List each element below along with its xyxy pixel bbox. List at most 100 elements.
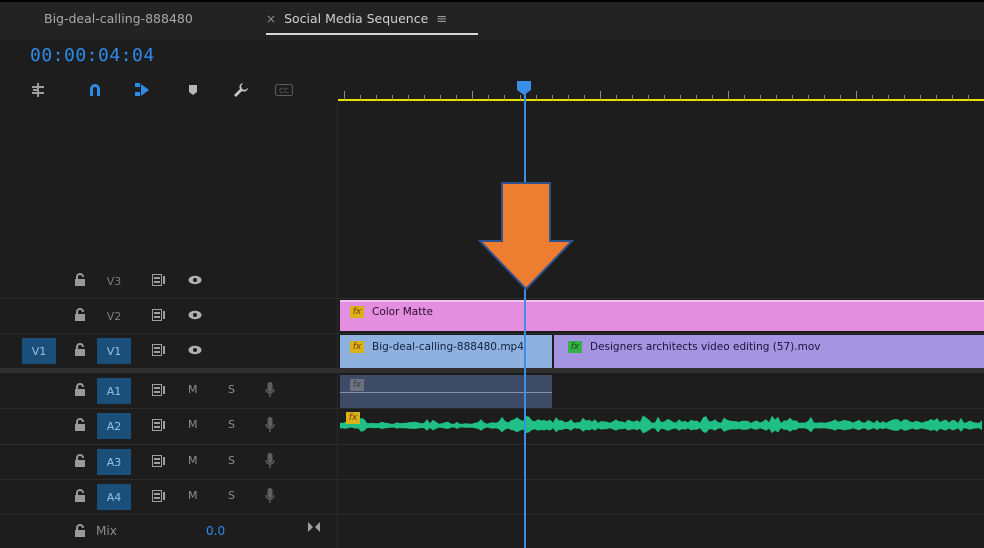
captions-cc-icon[interactable]: CC <box>272 78 296 102</box>
track-header-a1: A1 M S <box>0 374 338 408</box>
ruler-tick <box>888 95 889 100</box>
track-area-a1[interactable]: fx <box>338 374 984 408</box>
track-a3: A3 M S <box>0 445 984 479</box>
playhead-handle-icon[interactable] <box>516 80 532 96</box>
clip-audio-a2[interactable]: fx <box>340 409 984 445</box>
clip-designers-architects[interactable]: fx Designers architects video editing (57… <box>554 335 984 368</box>
toggle-output-eye-icon[interactable] <box>188 310 202 320</box>
ruler-tick <box>488 95 489 100</box>
track-name-a1[interactable]: A1 <box>97 378 131 404</box>
source-patch-v1[interactable]: V1 <box>22 338 56 364</box>
mix-label: Mix <box>96 524 117 538</box>
sync-lock-film-icon[interactable] <box>152 274 166 286</box>
playhead-timecode[interactable]: 00:00:04:04 <box>30 45 155 66</box>
track-name-v2[interactable]: V2 <box>97 303 131 329</box>
track-name-v1[interactable]: V1 <box>97 338 131 364</box>
track-a1: A1 M S fx <box>0 374 984 408</box>
track-lock-icon[interactable] <box>74 308 86 322</box>
playhead-line[interactable] <box>523 90 526 548</box>
mix-volume-value[interactable]: 0.0 <box>206 524 225 538</box>
sync-lock-film-icon[interactable] <box>152 309 166 321</box>
track-name-a2[interactable]: A2 <box>97 413 131 439</box>
toggle-output-eye-icon[interactable] <box>188 345 202 355</box>
track-lock-icon[interactable] <box>74 524 86 538</box>
voiceover-mic-icon[interactable] <box>265 488 275 504</box>
ruler-tick <box>936 95 937 100</box>
mute-button[interactable]: M <box>188 489 198 502</box>
track-header-a2: A2 M S <box>0 409 338 443</box>
tab-social-media-sequence[interactable]: × Social Media Sequence ≡ <box>266 11 447 27</box>
sync-lock-film-icon[interactable] <box>152 344 166 356</box>
voiceover-mic-icon[interactable] <box>265 453 275 469</box>
ruler-tick <box>840 95 841 100</box>
mute-button[interactable]: M <box>188 454 198 467</box>
ruler-tick <box>744 95 745 100</box>
track-header-v1: V1 V1 <box>0 334 338 368</box>
track-name-a4[interactable]: A4 <box>97 484 131 510</box>
sync-lock-film-icon[interactable] <box>152 490 166 502</box>
clip-color-matte[interactable]: fx Color Matte <box>340 300 984 331</box>
track-name-a3[interactable]: A3 <box>97 449 131 475</box>
track-lock-icon[interactable] <box>74 273 86 287</box>
track-area-a2[interactable]: fx <box>338 409 984 445</box>
sync-lock-film-icon[interactable] <box>152 384 166 396</box>
ruler-tick <box>872 95 873 100</box>
active-tab-indicator <box>266 33 478 35</box>
add-marker-icon[interactable] <box>181 78 205 102</box>
ruler-tick <box>424 95 425 100</box>
voiceover-mic-icon[interactable] <box>265 417 275 433</box>
toggle-output-eye-icon[interactable] <box>188 275 202 285</box>
track-a4: A4 M S <box>0 480 984 514</box>
video-audio-divider[interactable] <box>0 368 984 373</box>
ruler-tick <box>392 95 393 100</box>
ruler-tick <box>616 95 617 100</box>
mute-button[interactable]: M <box>188 418 198 431</box>
track-area-a3[interactable] <box>338 445 984 479</box>
solo-button[interactable]: S <box>228 489 235 502</box>
svg-text:CC: CC <box>279 87 289 95</box>
track-header-a4: A4 M S <box>0 480 338 514</box>
track-lock-icon[interactable] <box>74 454 86 468</box>
ruler-tick <box>408 95 409 100</box>
track-lock-icon[interactable] <box>74 489 86 503</box>
tab-big-deal-calling[interactable]: Big-deal-calling-888480 <box>44 11 193 26</box>
close-icon[interactable]: × <box>266 12 276 26</box>
track-header-a3: A3 M S <box>0 445 338 479</box>
go-to-end-icon[interactable] <box>308 522 320 532</box>
solo-button[interactable]: S <box>228 418 235 431</box>
solo-button[interactable]: S <box>228 383 235 396</box>
track-area-a4[interactable] <box>338 480 984 514</box>
mute-button[interactable]: M <box>188 383 198 396</box>
mix-track-header: Mix 0.0 <box>0 514 338 548</box>
track-v1: V1 V1 fx Big-deal-calling-888480.mp4 fx De… <box>0 334 984 368</box>
insert-nest-icon[interactable] <box>26 78 50 102</box>
track-header-v2: V2 <box>0 299 338 333</box>
voiceover-mic-icon[interactable] <box>265 382 275 398</box>
linked-selection-icon[interactable] <box>130 78 154 102</box>
track-name-v3[interactable]: V3 <box>97 268 131 294</box>
panel-menu-icon[interactable]: ≡ <box>436 12 447 27</box>
ruler-tick <box>536 95 537 100</box>
ruler-tick <box>824 95 825 100</box>
timeline-settings-wrench-icon[interactable] <box>229 78 253 102</box>
track-lock-icon[interactable] <box>74 383 86 397</box>
track-area-v2[interactable]: fx Color Matte <box>338 299 984 333</box>
ruler-tick <box>760 95 761 100</box>
clip-big-deal-calling[interactable]: fx Big-deal-calling-888480.mp4 <box>340 335 552 368</box>
solo-button[interactable]: S <box>228 454 235 467</box>
track-lock-icon[interactable] <box>74 343 86 357</box>
fx-badge-icon: fx <box>350 379 364 391</box>
time-ruler[interactable] <box>338 80 984 102</box>
sync-lock-film-icon[interactable] <box>152 419 166 431</box>
ruler-tick <box>776 95 777 100</box>
track-v2: V2 fx Color Matte <box>0 299 984 333</box>
snap-magnet-icon[interactable] <box>83 78 107 102</box>
sync-lock-film-icon[interactable] <box>152 455 166 467</box>
ruler-tick <box>728 91 729 100</box>
track-lock-icon[interactable] <box>74 418 86 432</box>
track-area-v3[interactable] <box>338 264 984 298</box>
sequence-tab-bar: Big-deal-calling-888480 × Social Media Se… <box>0 0 984 40</box>
clip-audio-a1[interactable]: fx <box>340 375 552 408</box>
track-header-v3: V3 <box>0 264 338 298</box>
track-area-v1[interactable]: fx Big-deal-calling-888480.mp4 fx Designer… <box>338 334 984 368</box>
